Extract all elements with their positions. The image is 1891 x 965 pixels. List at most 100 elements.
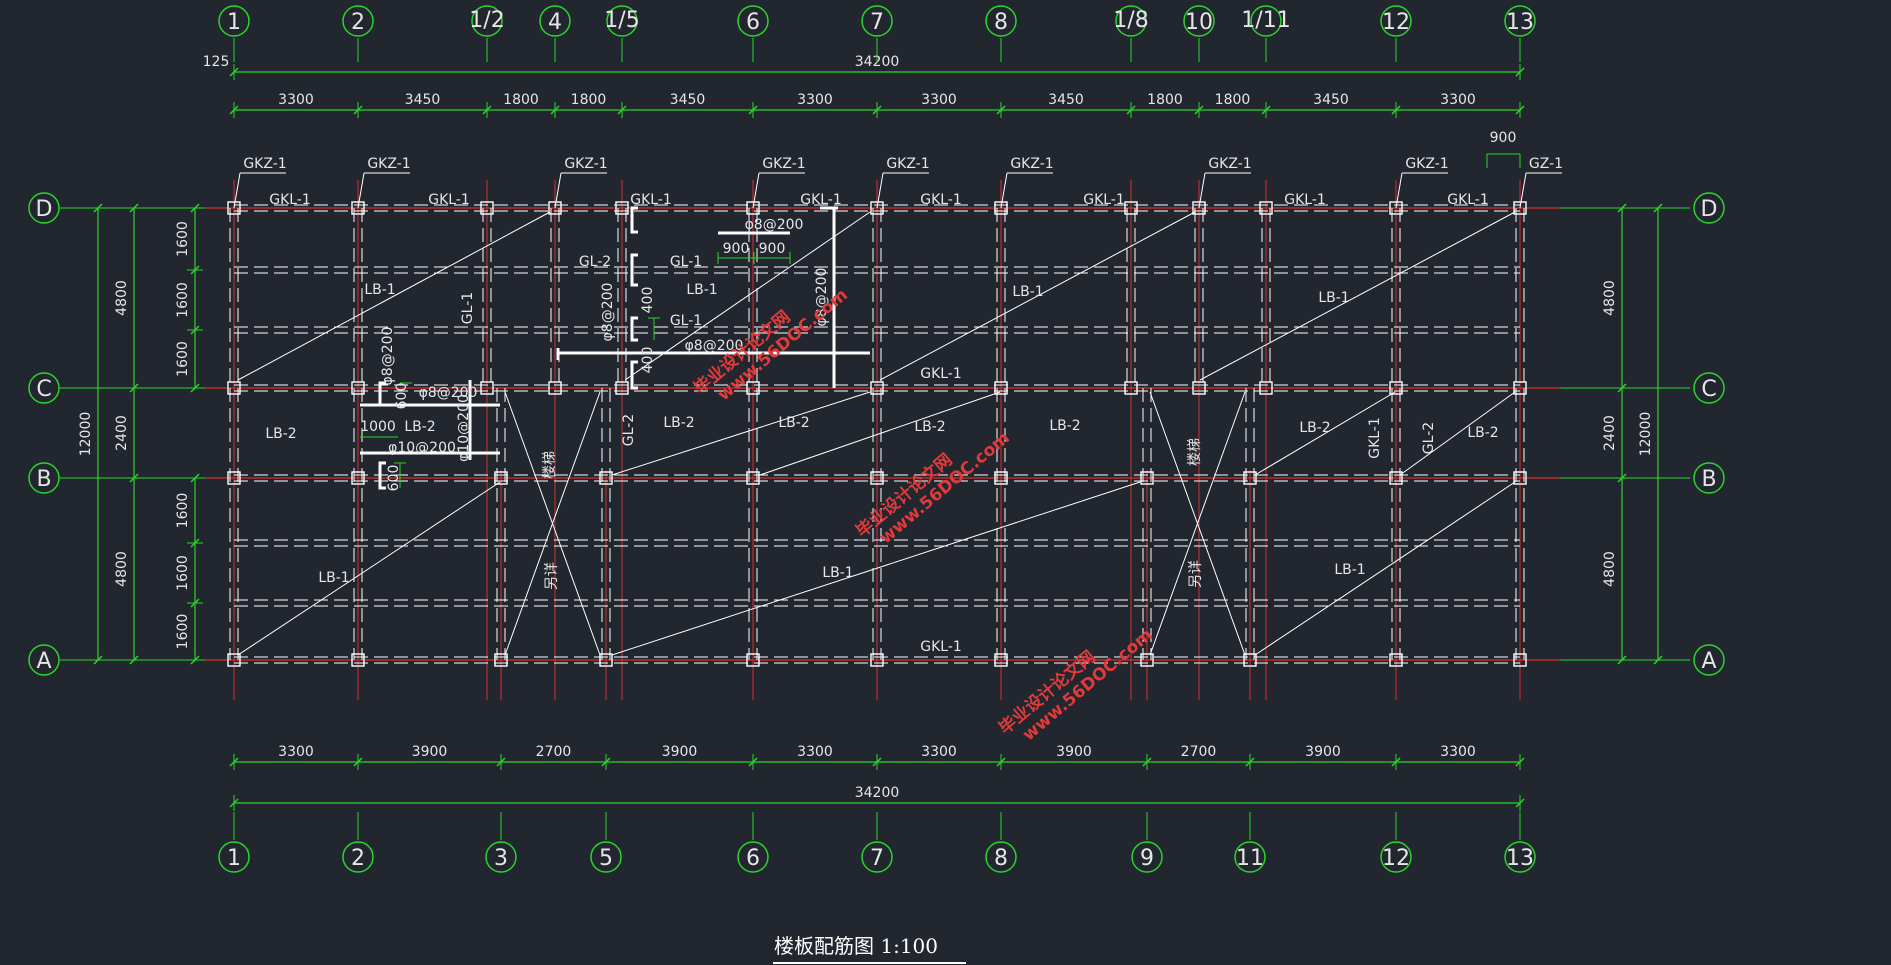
beam-label-top: GKL-1	[920, 192, 962, 208]
left-sub-dim-top-label: 1600	[175, 282, 191, 318]
top-span-dim-label: 1800	[1215, 92, 1251, 108]
column-label-leader	[233, 172, 241, 209]
slab-label-lb2: LB-2	[1049, 418, 1080, 434]
right-row-bubble: C	[1701, 377, 1716, 402]
column-label-leader	[1198, 172, 1206, 209]
detail-dim-label: 400	[640, 287, 656, 314]
left-span-dim-label: 2400	[114, 415, 130, 451]
slab-label-lb1: LB-1	[318, 570, 349, 586]
column-label: GKZ-1	[1405, 156, 1448, 172]
stair-note: 另详	[544, 562, 560, 590]
slab-diagonal	[237, 481, 501, 656]
top-axis-bubble: 6	[746, 10, 760, 35]
slab-label-lb2: LB-2	[1467, 425, 1498, 441]
top-span-dim-label: 3450	[1313, 92, 1349, 108]
bottom-span-dim-label: 3300	[278, 744, 314, 760]
slab-diagonal	[611, 391, 871, 476]
top-span-dim-label: 3450	[405, 92, 441, 108]
column-label-leader	[554, 172, 562, 209]
slab-label-lb1: LB-1	[822, 565, 853, 581]
top-axis-bubble: 10	[1185, 10, 1213, 35]
right-span-dim-label: 4800	[1602, 280, 1618, 316]
top-span-dim-label: 3300	[1440, 92, 1476, 108]
beam-label-mid: GKL-1	[920, 366, 962, 382]
opening-bracket	[630, 360, 638, 390]
bottom-span-dim-label: 3900	[1056, 744, 1092, 760]
left-row-bubble: C	[36, 377, 51, 402]
gl1-label: GL-1	[460, 292, 476, 324]
beam-label-top: GKL-1	[428, 192, 470, 208]
top-axis-bubble: 1/5	[604, 8, 639, 33]
column-label-leader	[1000, 172, 1008, 209]
stair-note: 另详	[1188, 560, 1204, 588]
slab-label-lb1: LB-1	[686, 282, 717, 298]
stair-label: 楼梯	[1187, 438, 1203, 466]
left-span-dim-label: 4800	[114, 280, 130, 316]
floor-slab-reinforcement-drawing: 342001253300 3450 1800 1800 3450 3300 3300 3450…	[28, 5, 1725, 964]
top-axis-bubble: 12	[1382, 10, 1410, 35]
bottom-axis-bubble: 8	[994, 846, 1008, 871]
rebar-label: φ10@200	[388, 440, 456, 456]
top-span-dim-label: 3450	[1048, 92, 1084, 108]
column-label-leader	[357, 172, 365, 209]
top-span-dim-label: 3300	[278, 92, 314, 108]
top-span-dim-label: 3300	[921, 92, 957, 108]
opening-bracket	[630, 253, 638, 287]
gl1-label: GL-1	[670, 313, 702, 329]
left-span-dim-label: 4800	[114, 551, 130, 587]
drawing-title: 楼板配筋图 1:100	[774, 934, 938, 958]
corner-column-label-leader	[1519, 172, 1527, 209]
bottom-span-dim-label: 3900	[1305, 744, 1341, 760]
slab-diagonal	[1199, 211, 1516, 381]
bottom-axis-bubble: 5	[599, 846, 613, 871]
beam-label-top: GKL-1	[1447, 192, 1489, 208]
beam-label-top: GKL-1	[630, 192, 672, 208]
watermark: 毕业设计论文网www.56DOC.com毕业设计论文网www.56DOC.com…	[690, 285, 1157, 745]
top-span-dim-label: 3450	[670, 92, 706, 108]
slab-label-lb1: LB-1	[364, 282, 395, 298]
top-axis-bubble: 13	[1506, 10, 1534, 35]
slab-diagonal	[1254, 481, 1516, 656]
slab-label-lb2: LB-2	[1299, 420, 1330, 436]
slab-label-lb2: LB-2	[663, 415, 694, 431]
bottom-span-dim-label: 3900	[412, 744, 448, 760]
rebar-label: φ8@200	[600, 283, 616, 342]
top-axis-bubble: 2	[351, 10, 365, 35]
slab-label-lb1: LB-1	[1334, 562, 1365, 578]
bottom-span-dim-label: 3300	[797, 744, 833, 760]
top-span-dim-label: 1800	[503, 92, 539, 108]
bottom-overall-dim-label: 34200	[855, 785, 900, 801]
top-offset-label: 125	[203, 54, 230, 70]
bottom-axis-bubble: 3	[494, 846, 508, 871]
slab-label-lb1: LB-1	[1318, 290, 1349, 306]
opening-details: 900 900φ8@200φ8@200φ8@200φ8@200400400φ8@2…	[360, 206, 870, 491]
slab-label-lb2: LB-2	[778, 415, 809, 431]
top-axis-bubble: 4	[548, 10, 562, 35]
rebar-label: φ10@200	[456, 394, 472, 462]
gl1-label: GL-1	[670, 254, 702, 270]
bottom-span-dim-label: 2700	[536, 744, 572, 760]
right-row-bubble: B	[1701, 467, 1716, 492]
gl2-label: GL-2	[621, 414, 637, 446]
left-row-bubble: A	[36, 649, 51, 674]
slab-label-lb2: LB-2	[404, 419, 435, 435]
watermark-url: www.56DOC.com	[1019, 625, 1157, 745]
right-row-bubble: D	[1701, 197, 1718, 222]
opening-bracket	[630, 316, 638, 342]
beam-label-vertical: GKL-1	[1367, 417, 1383, 459]
slab-label-lb2: LB-2	[914, 419, 945, 435]
column-label: GKZ-1	[1208, 156, 1251, 172]
top-axis-bubble: 8	[994, 10, 1008, 35]
bottom-axis-bubble: 1	[227, 846, 241, 871]
left-row-bubble: D	[36, 197, 53, 222]
top-span-dim-label: 1800	[571, 92, 607, 108]
column-label: GKZ-1	[762, 156, 805, 172]
left-sub-dim-bottom-label: 1600	[175, 555, 191, 591]
beam-label-top: GKL-1	[1284, 192, 1326, 208]
slab-label-lb2: LB-2	[265, 426, 296, 442]
column-label-leader	[1395, 172, 1403, 209]
left-sub-dim-top-label: 1600	[175, 221, 191, 257]
corner-column-label: GZ-1	[1529, 156, 1563, 172]
watermark-stamp: 毕业设计论文网www.56DOC.com	[995, 625, 1157, 745]
right-row-bubble: A	[1701, 649, 1716, 674]
